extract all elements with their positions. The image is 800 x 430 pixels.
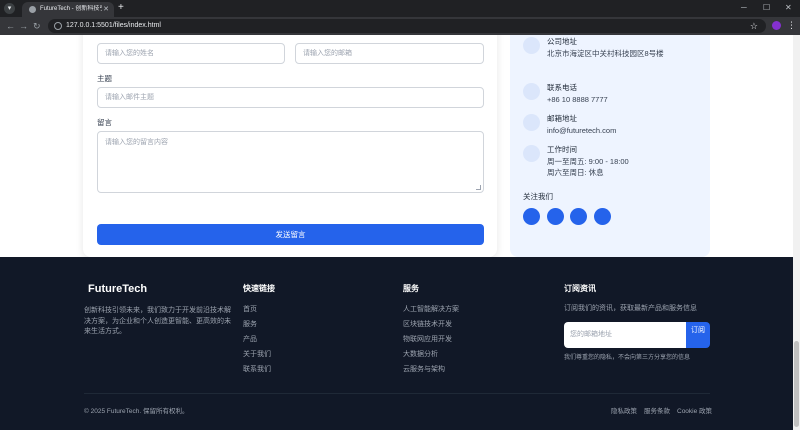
address-title: 公司地址	[547, 37, 577, 46]
maximize-icon[interactable]: ☐	[763, 3, 770, 13]
address-value: 北京市海淀区中关村科技园区8号楼	[547, 49, 664, 58]
contact-form-card: 请输入您的姓名 请输入您的邮箱 主题 请输入邮件主题 留言 请输入您的留言内容 …	[83, 35, 497, 257]
phone-value: +86 10 8888 7777	[547, 95, 608, 104]
location-icon	[523, 37, 540, 54]
forward-icon[interactable]: →	[19, 20, 28, 32]
footer-link-about[interactable]: 关于我们	[243, 350, 271, 360]
tab-search-button[interactable]: ▾	[4, 3, 15, 14]
newsletter-privacy-note: 我们尊重您的隐私，不会向第三方分享您的信息	[564, 355, 691, 361]
hours-weekend: 周六至周日: 休息	[547, 168, 604, 177]
browser-tab-bar: ▾ FutureTech - 创新科技引领未来 ✕ + ─ ☐ ✕	[0, 0, 800, 17]
service-link-cloud[interactable]: 云服务与架构	[403, 365, 445, 375]
service-link-blockchain[interactable]: 区块链技术开发	[403, 320, 452, 330]
subscribe-button[interactable]: 订阅	[686, 322, 710, 348]
clock-icon	[523, 145, 540, 162]
browser-toolbar: ← → ↻ 127.0.0.1:5501/files/index.html ☆ …	[0, 17, 800, 35]
email-title: 邮箱地址	[547, 114, 577, 123]
copyright-text: © 2025 FutureTech. 保留所有权利。	[84, 408, 189, 415]
tab-title: FutureTech - 创新科技引领未来	[40, 6, 102, 12]
email-value: info@futuretech.com	[547, 126, 617, 135]
message-placeholder: 请输入您的留言内容	[105, 139, 168, 146]
phone-title: 联系电话	[547, 83, 577, 92]
globe-icon	[29, 6, 36, 13]
footer-description: 创新科技引领未来，我们致力于开发前沿技术解决方案，为企业和个人创造更智能、更高效…	[84, 307, 231, 335]
window-close-icon[interactable]: ✕	[785, 3, 792, 13]
reload-icon[interactable]: ↻	[33, 20, 41, 32]
footer-divider	[84, 393, 710, 394]
newsletter-description: 订阅我们的资讯，获取最新产品和服务信息	[564, 305, 697, 312]
name-placeholder: 请输入您的姓名	[105, 50, 154, 57]
phone-icon	[523, 83, 540, 100]
privacy-policy-link[interactable]: 隐私政策	[611, 407, 637, 417]
follow-us-label: 关注我们	[523, 192, 553, 201]
social-icon-3[interactable]	[570, 208, 587, 225]
terms-link[interactable]: 服务条款	[644, 407, 670, 417]
services-title: 服务	[403, 284, 419, 293]
profile-avatar[interactable]	[772, 21, 781, 30]
mail-icon	[523, 114, 540, 131]
bookmark-star-icon[interactable]: ☆	[750, 20, 758, 32]
resize-handle-icon[interactable]	[476, 185, 481, 190]
social-icon-2[interactable]	[547, 208, 564, 225]
newsletter-email-input[interactable]: 您的邮箱地址	[564, 322, 686, 348]
footer-link-products[interactable]: 产品	[243, 335, 257, 345]
site-info-icon[interactable]	[54, 22, 62, 30]
service-link-bigdata[interactable]: 大数据分析	[403, 350, 438, 360]
email-placeholder: 请输入您的邮箱	[303, 50, 352, 57]
close-icon[interactable]: ✕	[103, 5, 109, 14]
back-icon[interactable]: ←	[6, 20, 15, 32]
subject-label: 主题	[97, 74, 112, 83]
new-tab-button[interactable]: +	[118, 2, 124, 14]
browser-tab[interactable]: FutureTech - 创新科技引领未来 ✕	[22, 2, 114, 17]
social-icon-1[interactable]	[523, 208, 540, 225]
service-link-iot[interactable]: 物联网应用开发	[403, 335, 452, 345]
hours-title: 工作时间	[547, 145, 577, 154]
subject-input[interactable]: 请输入邮件主题	[97, 87, 484, 108]
message-label: 留言	[97, 118, 112, 127]
url-text: 127.0.0.1:5501/files/index.html	[66, 22, 161, 29]
send-message-button[interactable]: 发送留言	[97, 224, 484, 245]
social-icon-4[interactable]	[594, 208, 611, 225]
contact-info-card: 公司地址 北京市海淀区中关村科技园区8号楼 联系电话 +86 10 8888 7…	[510, 35, 710, 257]
site-footer: FutureTech 创新科技引领未来，我们致力于开发前沿技术解决方案，为企业和…	[0, 257, 793, 430]
page-viewport: 请输入您的姓名 请输入您的邮箱 主题 请输入邮件主题 留言 请输入您的留言内容 …	[0, 35, 793, 430]
service-link-ai[interactable]: 人工智能解决方案	[403, 305, 459, 315]
scrollbar-thumb[interactable]	[794, 341, 799, 427]
cookie-policy-link[interactable]: Cookie 政策	[677, 407, 712, 417]
hours-weekday: 周一至周五: 9:00 - 18:00	[547, 157, 629, 166]
newsletter-title: 订阅资讯	[564, 284, 596, 293]
footer-brand[interactable]: FutureTech	[88, 282, 147, 296]
email-input[interactable]: 请输入您的邮箱	[295, 43, 484, 64]
address-bar[interactable]: 127.0.0.1:5501/files/index.html ☆	[48, 19, 766, 33]
minimize-icon[interactable]: ─	[741, 3, 747, 13]
quick-links-title: 快速链接	[243, 284, 275, 293]
browser-menu-icon[interactable]: ⋮	[787, 19, 796, 31]
message-textarea[interactable]: 请输入您的留言内容	[97, 131, 484, 193]
subject-placeholder: 请输入邮件主题	[105, 94, 154, 101]
name-input[interactable]: 请输入您的姓名	[97, 43, 285, 64]
page-scrollbar[interactable]	[793, 35, 800, 430]
footer-link-services[interactable]: 服务	[243, 320, 257, 330]
footer-link-home[interactable]: 首页	[243, 305, 257, 315]
footer-link-contact[interactable]: 联系我们	[243, 365, 271, 375]
newsletter-email-placeholder: 您的邮箱地址	[570, 331, 612, 338]
